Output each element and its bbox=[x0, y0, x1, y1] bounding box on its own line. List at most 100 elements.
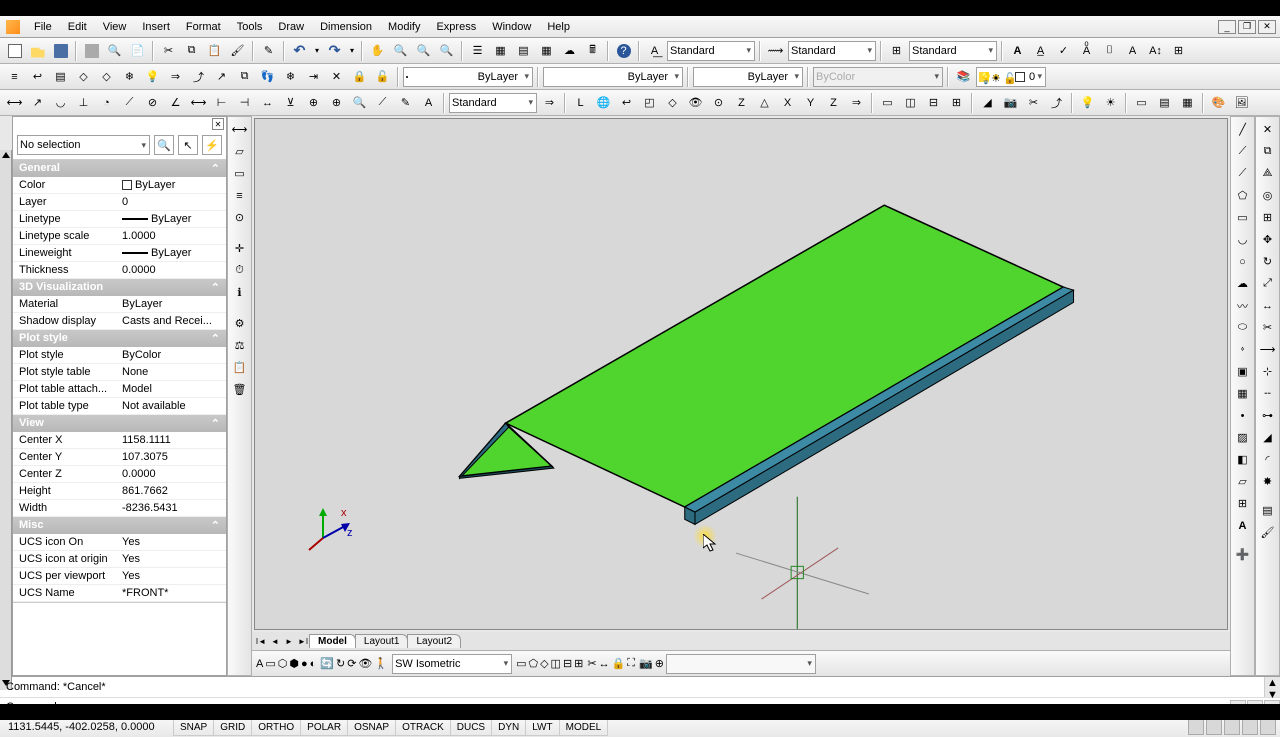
flatshot-button[interactable]: 📷 bbox=[1000, 92, 1021, 113]
time-icon[interactable]: ⏱ bbox=[229, 260, 250, 281]
dim-arc-button[interactable]: ◡ bbox=[50, 92, 71, 113]
break-point-icon[interactable]: ⊹ bbox=[1257, 361, 1278, 382]
dim-angular-button[interactable]: ∠ bbox=[165, 92, 186, 113]
menu-format[interactable]: Format bbox=[178, 18, 229, 36]
layer-walk-button[interactable]: 👣 bbox=[257, 66, 278, 87]
layer-delete-button[interactable]: ✕ bbox=[326, 66, 347, 87]
rectangle-icon[interactable]: ▭ bbox=[1232, 207, 1253, 228]
menu-file[interactable]: File bbox=[26, 18, 60, 36]
section-general[interactable]: General⌃ bbox=[13, 160, 226, 177]
justify-icon[interactable]: ⊞ bbox=[1168, 40, 1189, 61]
menu-window[interactable]: Window bbox=[484, 18, 539, 36]
circle-icon[interactable]: ○ bbox=[1232, 251, 1253, 272]
publish-button[interactable]: 📄 bbox=[127, 40, 148, 61]
menu-express[interactable]: Express bbox=[428, 18, 484, 36]
model-toggle[interactable]: MODEL bbox=[559, 719, 609, 736]
region-draw-icon[interactable]: ▱ bbox=[1232, 471, 1253, 492]
ellipse-arc-icon[interactable]: ⬫ bbox=[1232, 339, 1253, 360]
vp-scale-button[interactable]: ↔ bbox=[599, 658, 610, 670]
copy-button[interactable]: ⧉ bbox=[181, 40, 202, 61]
scale-icon[interactable]: ⤢ bbox=[1257, 273, 1278, 294]
offset-icon[interactable]: ◎ bbox=[1257, 185, 1278, 206]
move-icon[interactable]: ✥ bbox=[1257, 229, 1278, 250]
section-misc[interactable]: Misc⌃ bbox=[13, 517, 226, 534]
mtext-draw-icon[interactable]: A bbox=[1232, 515, 1253, 536]
layer-lock-button[interactable]: 🔒 bbox=[349, 66, 370, 87]
layer-change-button[interactable]: ↗ bbox=[211, 66, 232, 87]
paint-icon[interactable]: 🖌 bbox=[1257, 522, 1278, 543]
chamfer-icon[interactable]: ◢ bbox=[1257, 427, 1278, 448]
tab-layout2[interactable]: Layout2 bbox=[407, 634, 461, 648]
tab-model[interactable]: Model bbox=[309, 634, 356, 648]
textstyle-icon[interactable]: A͟ bbox=[644, 40, 665, 61]
ucs-zaxis-button[interactable]: Z bbox=[823, 92, 844, 113]
vs-conceptual-button[interactable]: ◐ bbox=[310, 658, 317, 670]
lwt-toggle[interactable]: LWT bbox=[525, 719, 559, 736]
ucs-x-button[interactable]: X bbox=[777, 92, 798, 113]
light-button[interactable]: 💡 bbox=[1077, 92, 1098, 113]
vs-3dwire-button[interactable]: ⬡ bbox=[278, 657, 288, 670]
menu-view[interactable]: View bbox=[95, 18, 135, 36]
toggle-pickadd-button[interactable]: ⚡ bbox=[202, 135, 222, 155]
swivel-button[interactable]: 👁 bbox=[358, 657, 372, 670]
free-orbit-button[interactable]: ↻ bbox=[336, 657, 345, 670]
make-block-icon[interactable]: ▦ bbox=[1232, 383, 1253, 404]
mass-prop-icon[interactable]: ⚖ bbox=[229, 335, 250, 356]
dimstyle-icon[interactable]: ⟿ bbox=[765, 40, 786, 61]
distance-icon[interactable]: ⟷ bbox=[229, 119, 250, 140]
ucs-view-button[interactable]: 👁 bbox=[685, 92, 706, 113]
tab-last-button[interactable]: ►I bbox=[296, 634, 310, 648]
model-viewport[interactable]: x z bbox=[254, 118, 1228, 630]
locate-point-icon[interactable]: ✛ bbox=[229, 238, 250, 259]
extend-icon[interactable]: ⟶ bbox=[1257, 339, 1278, 360]
xline-icon[interactable]: ⟋ bbox=[1232, 141, 1253, 162]
workspace-icon[interactable] bbox=[1224, 719, 1240, 735]
array-icon[interactable]: ⊞ bbox=[1257, 207, 1278, 228]
zoom-previous-button[interactable]: 🔍 bbox=[436, 40, 457, 61]
properties-button[interactable]: ☰ bbox=[467, 40, 488, 61]
textstyle-combo[interactable]: Standard bbox=[667, 41, 755, 61]
vs-realistic-button[interactable]: ● bbox=[301, 658, 308, 670]
ucs-y-button[interactable]: Y bbox=[800, 92, 821, 113]
walk-button[interactable]: 🚶 bbox=[374, 657, 388, 670]
close-button[interactable]: ✕ bbox=[1258, 20, 1276, 34]
list-icon[interactable]: ≡ bbox=[229, 185, 250, 206]
vp-single-button[interactable]: ▭ bbox=[516, 657, 526, 670]
vp-clip-button[interactable]: ✂ bbox=[587, 657, 596, 670]
redo-button[interactable]: ↷ bbox=[324, 40, 345, 61]
menu-tools[interactable]: Tools bbox=[229, 18, 271, 36]
designcenter-button[interactable]: ▦ bbox=[490, 40, 511, 61]
quickcalc-button[interactable]: 🖩 bbox=[582, 40, 603, 61]
visual-style-btn3[interactable]: ▦ bbox=[1177, 92, 1198, 113]
section-jog-button[interactable]: ⤴ bbox=[1046, 92, 1067, 113]
dim-aligned-button[interactable]: ↗ bbox=[27, 92, 48, 113]
undo-drop-button[interactable]: ▾ bbox=[312, 40, 322, 61]
section-3dvis[interactable]: 3D Visualization⌃ bbox=[13, 279, 226, 296]
break-icon[interactable]: ╌ bbox=[1257, 383, 1278, 404]
vp-3-button[interactable]: ⊟ bbox=[563, 657, 572, 670]
select-objects-button[interactable]: ↖ bbox=[178, 135, 198, 155]
liveSection-button[interactable]: ✂ bbox=[1023, 92, 1044, 113]
lineweight-combo[interactable]: ByLayer bbox=[693, 67, 803, 87]
dim-ordinate-button[interactable]: ⊥ bbox=[73, 92, 94, 113]
field-icon[interactable]: ⌷ bbox=[1099, 40, 1120, 61]
sun-button[interactable]: ☀ bbox=[1100, 92, 1121, 113]
menu-dimension[interactable]: Dimension bbox=[312, 18, 380, 36]
mirror-icon[interactable]: ⟁ bbox=[1257, 163, 1278, 184]
tolerance-button[interactable]: ⊕ bbox=[303, 92, 324, 113]
fillet-icon[interactable]: ◜ bbox=[1257, 449, 1278, 470]
menu-insert[interactable]: Insert bbox=[134, 18, 178, 36]
orbit-button[interactable]: 🔄 bbox=[320, 657, 334, 670]
vs-3dhidden-button[interactable]: ⬢ bbox=[289, 657, 299, 670]
setvar-icon[interactable]: ⚙ bbox=[229, 313, 250, 334]
motion-path-button[interactable]: ⊕ bbox=[655, 657, 664, 670]
tab-prev-button[interactable]: ◄ bbox=[268, 634, 282, 648]
snap-toggle[interactable]: SNAP bbox=[173, 719, 214, 736]
annoscale-icon[interactable] bbox=[1188, 719, 1204, 735]
layer-props-button[interactable]: 📚 bbox=[953, 66, 974, 87]
spline-icon[interactable]: 〰 bbox=[1232, 295, 1253, 316]
visual-style-btn1[interactable]: ▭ bbox=[1131, 92, 1152, 113]
scale-text-icon[interactable]: A↕ bbox=[1145, 40, 1166, 61]
spell-icon[interactable]: ✓ bbox=[1053, 40, 1074, 61]
lock-icon[interactable] bbox=[1206, 719, 1222, 735]
